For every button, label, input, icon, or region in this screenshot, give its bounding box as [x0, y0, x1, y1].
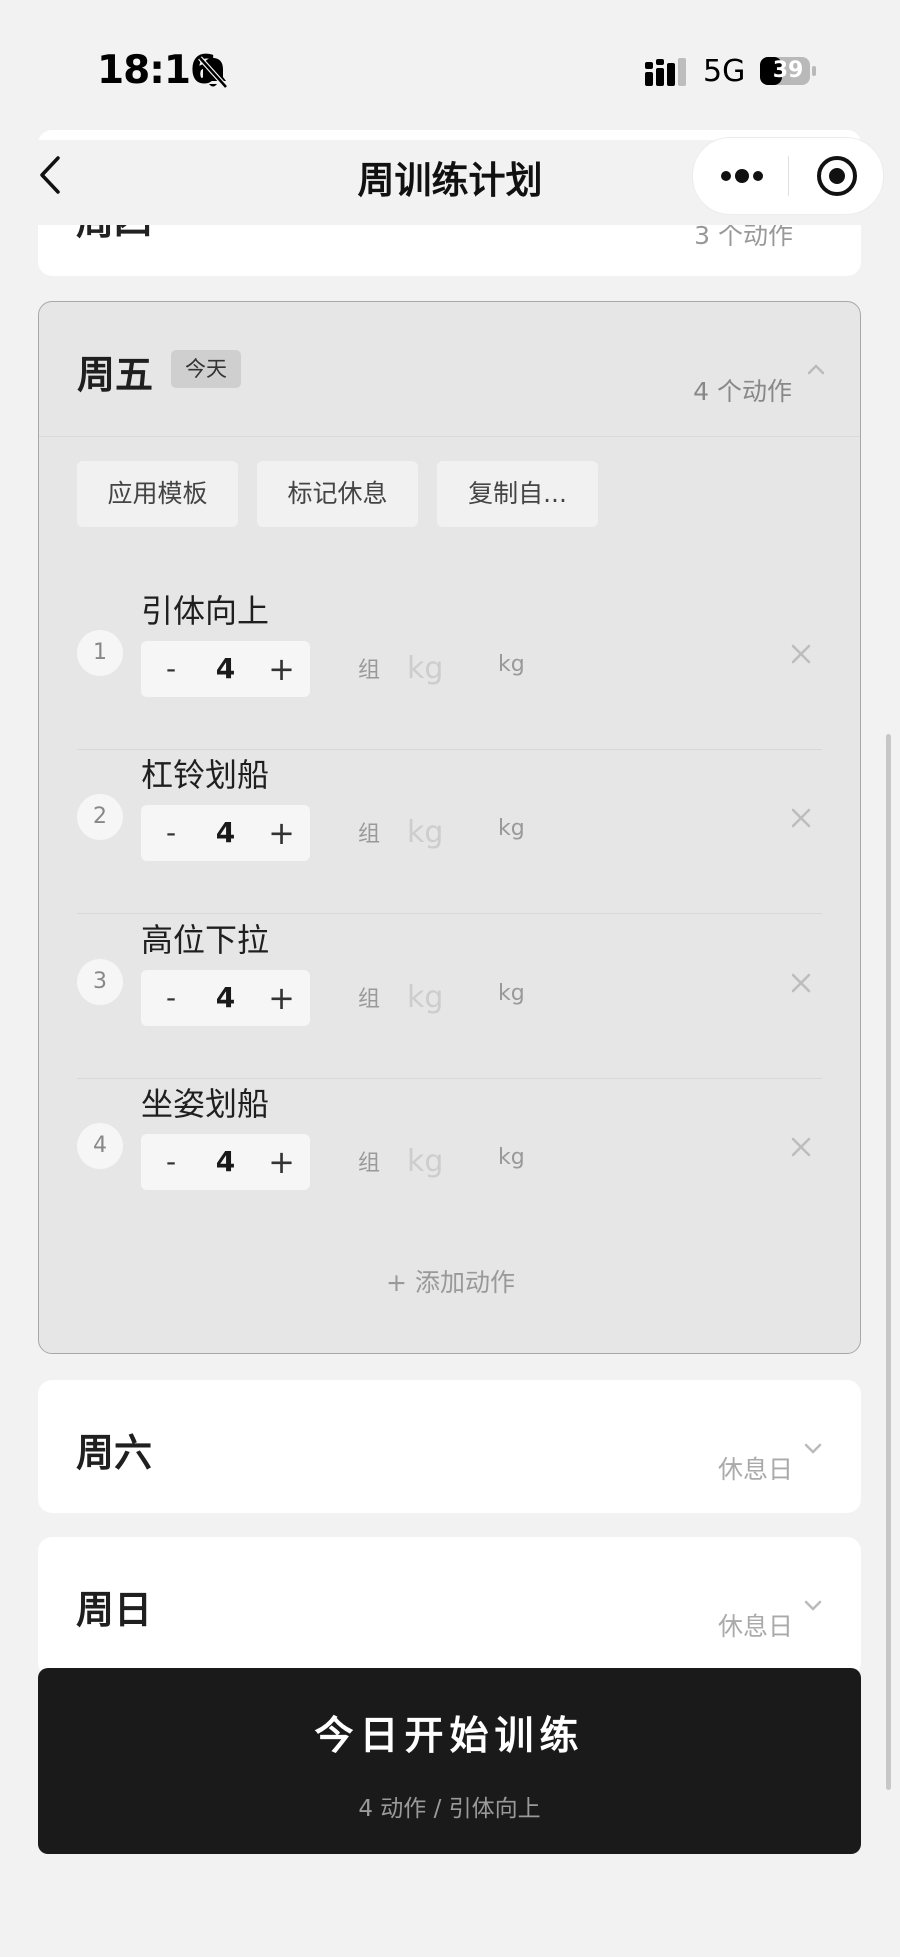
day-card-friday: 周五 今天 4 个动作 应用模板 标记休息 复制自... 1 引体向上 - 4 …: [38, 301, 861, 1354]
divider: [39, 436, 860, 437]
increment-button[interactable]: +: [253, 805, 310, 861]
day-title: 周六: [76, 1431, 153, 1475]
day-summary: 休息日: [717, 1612, 793, 1641]
exercise-row: 2 杠铃划船 - 4 + 组 kg: [77, 750, 822, 914]
mark-rest-button[interactable]: 标记休息: [257, 461, 418, 527]
network-type: 5G: [703, 54, 746, 89]
chevron-up-icon[interactable]: [806, 362, 826, 376]
weight-input[interactable]: [407, 1136, 477, 1186]
weight-input[interactable]: [407, 807, 477, 857]
sets-stepper: - 4 +: [141, 1134, 310, 1190]
today-badge: 今天: [171, 350, 241, 388]
exercise-index: 3: [77, 959, 123, 1005]
unit-kg-label: kg: [498, 816, 525, 841]
increment-button[interactable]: +: [253, 641, 310, 697]
remove-exercise-icon[interactable]: [790, 972, 812, 994]
sets-value: 4: [215, 652, 236, 685]
status-bar: 18:16 5G 39: [0, 0, 900, 140]
exercise-name: 引体向上: [141, 592, 270, 630]
decrement-button[interactable]: -: [141, 805, 201, 861]
exercise-index: 2: [77, 794, 123, 840]
bell-off-icon: [198, 56, 228, 89]
decrement-button[interactable]: -: [141, 641, 201, 697]
sets-stepper: - 4 +: [141, 641, 310, 697]
unit-kg-label: kg: [498, 981, 525, 1006]
sets-value: 4: [215, 981, 236, 1014]
sets-value: 4: [215, 816, 236, 849]
exercise-name: 坐姿划船: [141, 1085, 270, 1123]
day-card-saturday[interactable]: 周六 休息日: [38, 1380, 861, 1513]
increment-button[interactable]: +: [253, 970, 310, 1026]
exercise-row: 3 高位下拉 - 4 + 组 kg: [77, 915, 822, 1079]
day-card-sunday[interactable]: 周日 休息日: [38, 1537, 861, 1677]
start-training-label: 今日开始训练: [314, 1714, 585, 1759]
day-summary: 4 个动作: [693, 377, 792, 406]
apply-template-button[interactable]: 应用模板: [77, 461, 238, 527]
exercise-name: 高位下拉: [141, 921, 270, 959]
start-training-summary: 4 动作 / 引体向上: [358, 1796, 541, 1822]
exercise-index: 1: [77, 630, 123, 676]
divider: [77, 913, 822, 914]
mini-program-capsule: [692, 137, 884, 215]
exercise-name: 杠铃划船: [141, 756, 270, 794]
unit-sets-label: 组: [358, 1151, 381, 1176]
decrement-button[interactable]: -: [141, 1134, 201, 1190]
unit-sets-label: 组: [358, 822, 381, 847]
capsule-divider: [788, 156, 789, 196]
battery-level: 39: [772, 58, 804, 83]
day-summary: 休息日: [717, 1455, 793, 1484]
close-miniprogram-icon[interactable]: [815, 154, 859, 198]
unit-kg-label: kg: [498, 1145, 525, 1170]
weight-input[interactable]: [407, 972, 477, 1022]
battery-icon: 39: [759, 56, 817, 86]
increment-button[interactable]: +: [253, 1134, 310, 1190]
exercise-row: 4 坐姿划船 - 4 + 组 kg: [77, 1079, 822, 1243]
weight-input[interactable]: [407, 643, 477, 693]
remove-exercise-icon[interactable]: [790, 1136, 812, 1158]
unit-kg-label: kg: [498, 652, 525, 677]
day-title: 周日: [76, 1588, 153, 1632]
start-training-button[interactable]: 今日开始训练 4 动作 / 引体向上: [38, 1668, 861, 1854]
chevron-down-icon[interactable]: [803, 1442, 823, 1456]
more-icon[interactable]: [719, 162, 765, 190]
sets-value: 4: [215, 1145, 236, 1178]
scrollbar[interactable]: [886, 734, 891, 1790]
add-exercise-button[interactable]: + 添加动作: [39, 1263, 862, 1299]
chevron-down-icon[interactable]: [803, 1599, 823, 1613]
exercise-index: 4: [77, 1123, 123, 1169]
copy-from-button[interactable]: 复制自...: [437, 461, 598, 527]
sets-stepper: - 4 +: [141, 970, 310, 1026]
unit-sets-label: 组: [358, 987, 381, 1012]
signal-icon: [645, 58, 686, 86]
remove-exercise-icon[interactable]: [790, 643, 812, 665]
decrement-button[interactable]: -: [141, 970, 201, 1026]
day-title: 周五: [77, 353, 154, 397]
unit-sets-label: 组: [358, 658, 381, 683]
exercise-row: 1 引体向上 - 4 + 组 kg: [77, 586, 822, 750]
sets-stepper: - 4 +: [141, 805, 310, 861]
remove-exercise-icon[interactable]: [790, 807, 812, 829]
